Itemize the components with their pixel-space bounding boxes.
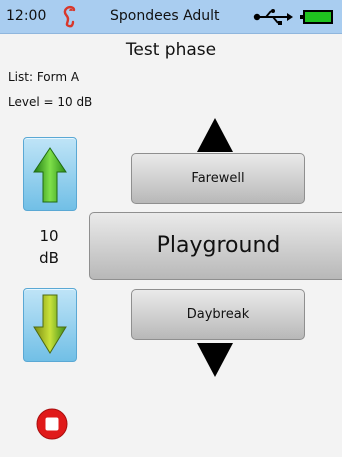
word-previous-button[interactable]: Farewell [131,153,305,204]
level-value: 10 [39,227,59,245]
ear-icon [63,5,76,28]
stop-button[interactable] [36,408,68,440]
arrow-down-icon [33,294,67,354]
usb-icon [253,9,293,25]
status-bar: 12:00 Spondees Adult [0,0,342,34]
level-unit: dB [39,249,59,267]
word-current-button[interactable]: Playground [89,212,342,280]
battery-icon [300,10,333,24]
scroll-up-icon[interactable] [197,118,233,152]
level-down-button[interactable] [23,288,77,362]
level-info: Level = 10 dB [8,95,93,109]
word-next-button[interactable]: Daybreak [131,289,305,340]
status-time: 12:00 [6,8,47,24]
level-up-button[interactable] [23,137,77,211]
status-title: Spondees Adult [110,8,220,24]
scroll-down-icon[interactable] [197,343,233,377]
list-info: List: Form A [8,70,80,84]
page-title: Test phase [125,40,217,60]
arrow-up-icon [33,147,67,203]
